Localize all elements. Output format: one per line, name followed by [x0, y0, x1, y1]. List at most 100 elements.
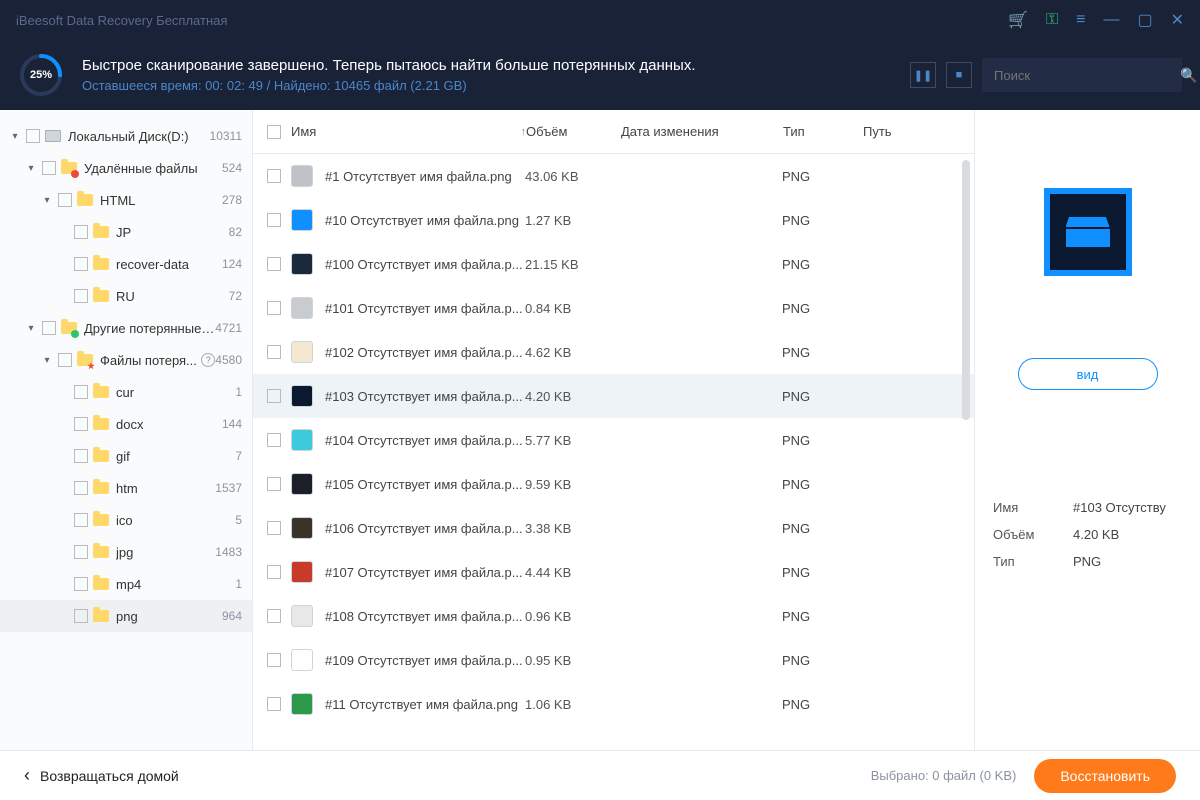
expander-icon[interactable]: ▾ — [8, 131, 22, 142]
checkbox[interactable] — [42, 321, 56, 335]
checkbox[interactable] — [74, 417, 88, 431]
row-checkbox[interactable] — [267, 565, 281, 579]
checkbox[interactable] — [74, 225, 88, 239]
scrollbar[interactable] — [962, 156, 970, 746]
checkbox[interactable] — [74, 609, 88, 623]
file-row[interactable]: #11 Отсутствует имя файла.png1.06 KBPNG — [253, 682, 974, 726]
tree-item[interactable]: RU72 — [0, 280, 252, 312]
folder-icon — [92, 607, 110, 625]
tree-item[interactable]: jpg1483 — [0, 536, 252, 568]
col-size[interactable]: Объём — [526, 124, 621, 139]
expander-icon[interactable]: ▾ — [24, 163, 38, 174]
row-checkbox[interactable] — [267, 477, 281, 491]
expander-icon[interactable]: ▾ — [24, 323, 38, 334]
tree-item[interactable]: JP82 — [0, 216, 252, 248]
maximize-icon[interactable]: ▢ — [1137, 10, 1152, 30]
search-icon[interactable]: 🔍 — [1180, 67, 1197, 84]
cart-icon[interactable]: 🛒 — [1008, 10, 1028, 30]
close-icon[interactable]: ✕ — [1171, 10, 1184, 30]
checkbox[interactable] — [74, 577, 88, 591]
col-name[interactable]: Имя↑ — [291, 124, 526, 139]
row-checkbox[interactable] — [267, 697, 281, 711]
col-type[interactable]: Тип — [783, 124, 863, 139]
view-button[interactable]: вид — [1018, 358, 1158, 390]
tree-item[interactable]: ▾Удалённые файлы524 — [0, 152, 252, 184]
checkbox[interactable] — [74, 449, 88, 463]
tree-item[interactable]: ▾HTML278 — [0, 184, 252, 216]
tree-label: gif — [116, 449, 235, 464]
tree-item[interactable]: png964 — [0, 600, 252, 632]
checkbox[interactable] — [58, 353, 72, 367]
file-name: #105 Отсутствует имя файла.р... — [325, 477, 525, 492]
file-row[interactable]: #100 Отсутствует имя файла.р...21.15 KBP… — [253, 242, 974, 286]
expander-icon[interactable]: ▾ — [40, 195, 54, 206]
checkbox[interactable] — [26, 129, 40, 143]
row-checkbox[interactable] — [267, 521, 281, 535]
scrollbar-thumb[interactable] — [962, 160, 970, 420]
tree-item[interactable]: mp41 — [0, 568, 252, 600]
file-row[interactable]: #108 Отсутствует имя файла.р...0.96 KBPN… — [253, 594, 974, 638]
file-row[interactable]: #106 Отсутствует имя файла.р...3.38 KBPN… — [253, 506, 974, 550]
row-checkbox[interactable] — [267, 433, 281, 447]
tree-count: 144 — [222, 417, 242, 431]
col-path[interactable]: Путь — [863, 124, 974, 139]
tree-item[interactable]: recover-data124 — [0, 248, 252, 280]
search-input[interactable] — [994, 68, 1170, 83]
row-checkbox[interactable] — [267, 345, 281, 359]
row-checkbox[interactable] — [267, 653, 281, 667]
checkbox[interactable] — [58, 193, 72, 207]
file-row[interactable]: #101 Отсутствует имя файла.р...0.84 KBPN… — [253, 286, 974, 330]
file-row[interactable]: #104 Отсутствует имя файла.р...5.77 KBPN… — [253, 418, 974, 462]
file-row[interactable]: #109 Отсутствует имя файла.р...0.95 KBPN… — [253, 638, 974, 682]
checkbox[interactable] — [74, 545, 88, 559]
badge-green-icon — [71, 330, 79, 338]
tree-item[interactable]: cur1 — [0, 376, 252, 408]
tree-item[interactable]: gif7 — [0, 440, 252, 472]
file-row[interactable]: #102 Отсутствует имя файла.р...4.62 KBPN… — [253, 330, 974, 374]
file-row[interactable]: #107 Отсутствует имя файла.р...4.44 KBPN… — [253, 550, 974, 594]
row-checkbox[interactable] — [267, 609, 281, 623]
file-row[interactable]: #1 Отсутствует имя файла.png43.06 KBPNG — [253, 154, 974, 198]
file-type: PNG — [782, 389, 862, 404]
expander-icon[interactable]: ▾ — [40, 355, 54, 366]
minimize-icon[interactable]: — — [1103, 11, 1119, 29]
tree-label: Другие потерянные ... — [84, 321, 215, 336]
checkbox[interactable] — [74, 481, 88, 495]
stop-button[interactable]: ■ — [946, 62, 972, 88]
meta-size: 4.20 KB — [1073, 527, 1182, 542]
select-all-checkbox[interactable] — [267, 125, 281, 139]
recover-button[interactable]: Восстановить — [1034, 759, 1176, 793]
help-icon[interactable]: ? — [201, 353, 215, 367]
checkbox[interactable] — [42, 161, 56, 175]
row-checkbox[interactable] — [267, 301, 281, 315]
row-checkbox[interactable] — [267, 257, 281, 271]
tree-item[interactable]: ▾Другие потерянные ...4721 — [0, 312, 252, 344]
row-checkbox[interactable] — [267, 213, 281, 227]
checkbox[interactable] — [74, 513, 88, 527]
tree-label: mp4 — [116, 577, 235, 592]
back-home-button[interactable]: ‹ Возвращаться домой — [24, 765, 179, 786]
tree-label: jpg — [116, 545, 215, 560]
tree-item[interactable]: docx144 — [0, 408, 252, 440]
file-row[interactable]: #103 Отсутствует имя файла.р...4.20 KBPN… — [253, 374, 974, 418]
file-thumbnail-icon — [291, 253, 313, 275]
checkbox[interactable] — [74, 257, 88, 271]
checkbox[interactable] — [74, 289, 88, 303]
tree-label: htm — [116, 481, 215, 496]
file-row[interactable]: #10 Отсутствует имя файла.png1.27 KBPNG — [253, 198, 974, 242]
search-box[interactable]: 🔍 — [982, 58, 1182, 92]
tree-item[interactable]: ico5 — [0, 504, 252, 536]
key-icon[interactable]: ⚿ — [1046, 11, 1058, 29]
tree-item[interactable]: ▾Локальный Диск(D:)10311 — [0, 120, 252, 152]
row-checkbox[interactable] — [267, 169, 281, 183]
menu-icon[interactable]: ≡ — [1076, 11, 1085, 29]
checkbox[interactable] — [74, 385, 88, 399]
folder-icon — [92, 223, 110, 241]
pause-button[interactable]: ❚❚ — [910, 62, 936, 88]
row-checkbox[interactable] — [267, 389, 281, 403]
tree-item[interactable]: ▾Файлы потеря...?4580 — [0, 344, 252, 376]
file-row[interactable]: #105 Отсутствует имя файла.р...9.59 KBPN… — [253, 462, 974, 506]
tree-item[interactable]: htm1537 — [0, 472, 252, 504]
folder-tree[interactable]: ▾Локальный Диск(D:)10311▾Удалённые файлы… — [0, 110, 253, 750]
col-date[interactable]: Дата изменения — [621, 124, 783, 139]
